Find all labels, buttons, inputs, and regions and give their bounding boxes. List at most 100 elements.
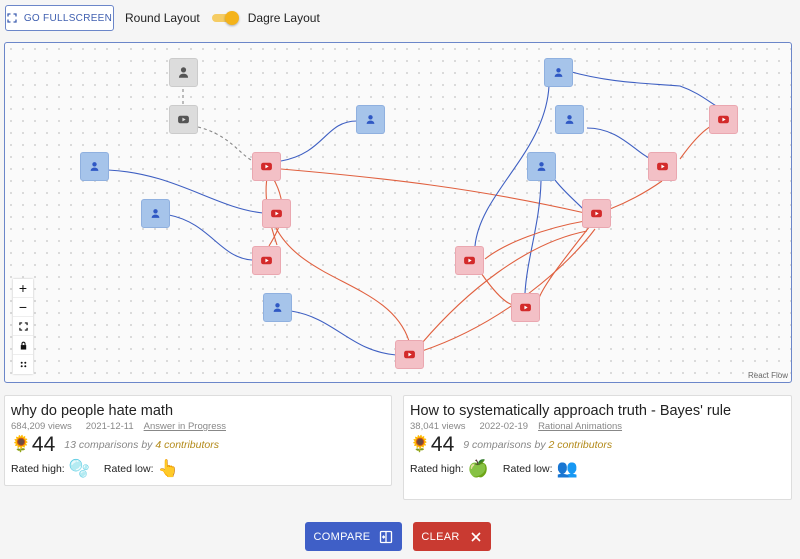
contributors-link[interactable]: 2 contributors: [549, 439, 613, 451]
youtube-icon: [520, 303, 531, 312]
youtube-icon: [271, 209, 282, 218]
edge-video[interactable]: [275, 227, 410, 342]
graph-canvas[interactable]: + − React Flow: [4, 42, 792, 383]
compare-label: COMPARE: [313, 530, 371, 543]
video-node[interactable]: [511, 293, 540, 322]
youtube-icon: [591, 209, 602, 218]
go-fullscreen-button[interactable]: GO FULLSCREEN: [5, 5, 114, 31]
edge-video[interactable]: [609, 180, 663, 210]
rated-high-criteria-icon[interactable]: 🍏: [468, 459, 489, 479]
video-node[interactable]: [262, 199, 291, 228]
video-node[interactable]: [709, 105, 738, 134]
layout-toggle[interactable]: [211, 11, 239, 25]
dagre-layout-label: Dagre Layout: [247, 11, 320, 25]
rated-high-criteria-icon[interactable]: 🫧: [69, 459, 90, 479]
edge-user[interactable]: [586, 127, 656, 162]
compare-icon: [380, 530, 393, 543]
video-meta: 684,209 views 2021-12-11 Answer in Progres…: [11, 421, 385, 432]
edge-user[interactable]: [280, 120, 358, 162]
contributors-link[interactable]: 4 contributors: [155, 439, 219, 451]
sunflower-icon: 🌻: [11, 436, 31, 453]
video-meta: 38,041 views 2022-02-19 Rational Animation…: [410, 421, 785, 432]
user-icon: [554, 68, 563, 77]
rated-low-label: Rated low:: [103, 463, 154, 475]
user-icon: [537, 162, 546, 171]
zoom-in-icon: +: [18, 280, 28, 296]
fit-view-button[interactable]: [13, 317, 33, 336]
graph-edges: [107, 70, 724, 356]
video-node[interactable]: [648, 152, 677, 181]
pending-user-node[interactable]: [169, 58, 198, 87]
comparisons-count: 13 comparisons by: [64, 439, 153, 451]
video-node[interactable]: [252, 152, 281, 181]
lock-button[interactable]: [13, 336, 33, 355]
edge-user[interactable]: [567, 70, 724, 111]
rated-high-label: Rated high:: [11, 463, 65, 475]
user-node[interactable]: [141, 199, 170, 228]
layout-toolbar: GO FULLSCREEN Round Layout Dagre Layout: [5, 5, 320, 31]
rated-low-criteria-icon[interactable]: 👥: [557, 459, 578, 479]
user-node[interactable]: [80, 152, 109, 181]
user-icon: [273, 303, 282, 312]
user-node[interactable]: [263, 293, 292, 322]
clear-button[interactable]: CLEAR: [413, 522, 491, 551]
comparisons-count: 9 comparisons by: [463, 439, 546, 451]
zoom-out-button[interactable]: −: [13, 298, 33, 317]
go-fullscreen-label: GO FULLSCREEN: [23, 12, 113, 24]
user-node[interactable]: [356, 105, 385, 134]
video-node[interactable]: [455, 246, 484, 275]
video-node[interactable]: [252, 246, 281, 275]
interactive-toggle-button[interactable]: [13, 355, 33, 374]
user-icon: [565, 115, 574, 124]
comparisons-text: 9 comparisons by 2 contributors: [463, 439, 612, 451]
user-icon: [178, 67, 189, 78]
video-icon: [178, 115, 189, 124]
zoom-in-button[interactable]: +: [13, 279, 33, 298]
round-layout-label: Round Layout: [125, 11, 200, 25]
user-icon: [90, 162, 99, 171]
rated-low-criteria-icon[interactable]: 👆: [158, 459, 179, 479]
user-node[interactable]: [544, 58, 573, 87]
react-flow-attribution[interactable]: React Flow: [748, 371, 788, 380]
user-node[interactable]: [527, 152, 556, 181]
user-icon: [366, 115, 375, 124]
channel-link[interactable]: Answer in Progress: [144, 421, 226, 432]
zoom-out-icon: −: [18, 299, 28, 315]
rated-high-label: Rated high:: [410, 463, 464, 475]
video-title[interactable]: why do people hate math: [11, 402, 385, 420]
youtube-icon: [718, 115, 729, 124]
video-date: 2021-12-11: [85, 421, 134, 432]
video-node[interactable]: [395, 340, 424, 369]
rated-low-label: Rated low:: [502, 463, 553, 475]
video-node[interactable]: [582, 199, 611, 228]
edge-user[interactable]: [290, 310, 397, 356]
edge-user[interactable]: [107, 169, 264, 214]
edge-user[interactable]: [168, 214, 253, 261]
video-title[interactable]: How to systematically approach truth - B…: [410, 402, 750, 420]
video-card-left: why do people hate math 684,209 views 202…: [4, 395, 392, 486]
close-icon: [471, 531, 481, 542]
youtube-icon: [261, 256, 272, 265]
edge-video[interactable]: [421, 228, 596, 352]
fullscreen-icon: [7, 13, 17, 23]
user-icon: [151, 209, 160, 218]
score-row: 🌻 44 13 comparisons by 4 contributors: [11, 434, 385, 456]
edge-video[interactable]: [484, 220, 586, 260]
sunflower-icon: 🌻: [410, 436, 430, 453]
youtube-icon: [464, 256, 475, 265]
graph-controls: + −: [13, 279, 33, 374]
edge-video[interactable]: [480, 272, 514, 306]
channel-link[interactable]: Rational Animations: [538, 421, 622, 432]
tournesol-score: 44: [430, 433, 455, 456]
fit-view-icon: [18, 321, 28, 331]
rated-row: Rated high: 🍏 Rated low: 👥: [410, 459, 785, 479]
pending-video-node[interactable]: [169, 105, 198, 134]
video-views: 38,041 views: [410, 421, 466, 432]
compare-button[interactable]: COMPARE: [305, 522, 402, 551]
user-node[interactable]: [555, 105, 584, 134]
comparisons-text: 13 comparisons by 4 contributors: [64, 439, 219, 451]
toggle-thumb[interactable]: [224, 11, 239, 25]
edge-video[interactable]: [421, 230, 588, 344]
clear-label: CLEAR: [421, 530, 460, 543]
grid-dots-icon: [20, 361, 26, 368]
